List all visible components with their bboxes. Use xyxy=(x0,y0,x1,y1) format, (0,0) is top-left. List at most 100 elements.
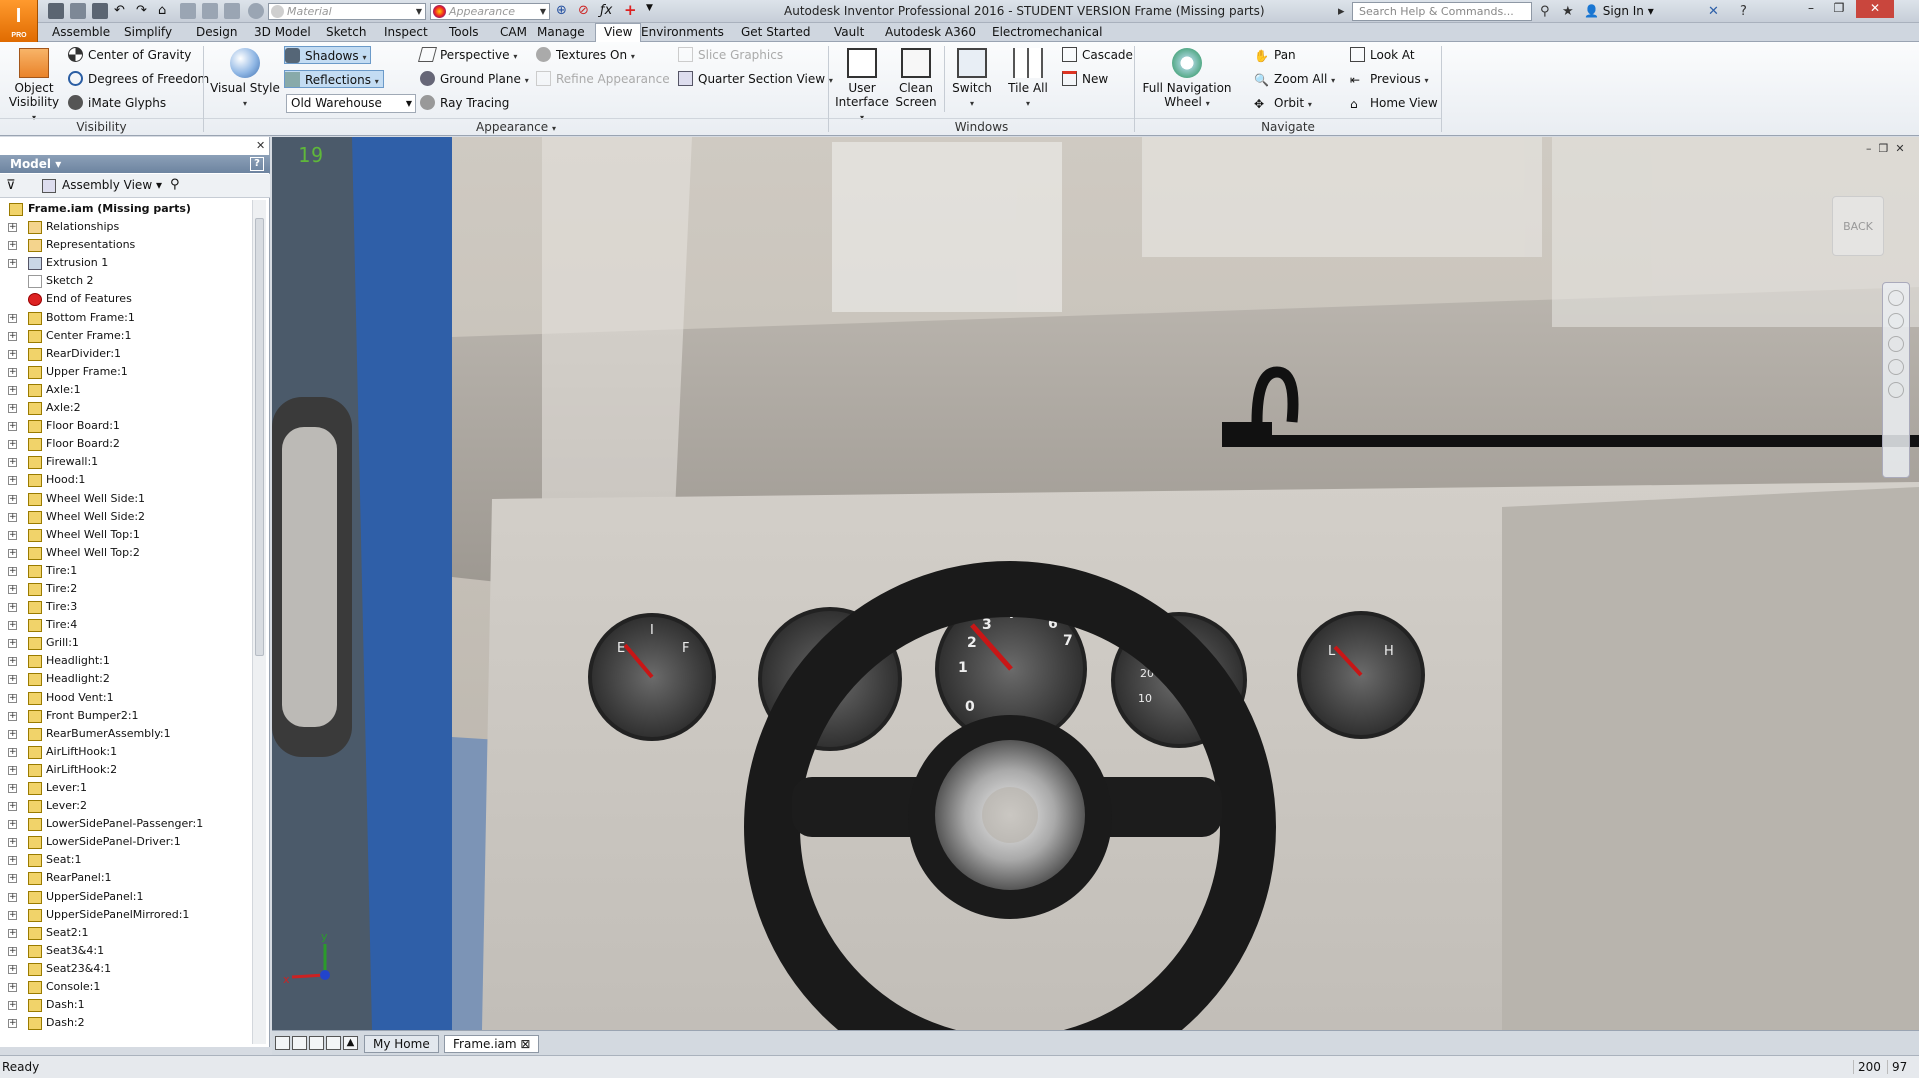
expand-icon[interactable]: + xyxy=(8,747,17,757)
menu-tab-cam[interactable]: CAM xyxy=(500,25,527,39)
tree-item[interactable]: + RearPanel:1 xyxy=(0,869,250,887)
expand-icon[interactable]: + xyxy=(8,983,17,993)
orbit-button[interactable]: ✥ Orbit ▾ xyxy=(1254,94,1312,112)
full-navigation-wheel-button[interactable]: Full Navigation Wheel ▾ xyxy=(1140,48,1234,111)
sign-in-button[interactable]: 👤 Sign In ▾ xyxy=(1584,4,1654,18)
exchange-icon[interactable]: ✕ xyxy=(1708,4,1719,19)
search-toggle-icon[interactable]: ▸ xyxy=(1338,4,1345,19)
tree-item[interactable]: + Seat2:1 xyxy=(0,924,250,942)
tree-item[interactable]: + RearBumerAssembly:1 xyxy=(0,725,250,743)
help-icon[interactable]: ? xyxy=(1740,4,1747,19)
new-window-button[interactable]: New xyxy=(1062,70,1108,88)
home-view-button[interactable]: ⌂ Home View xyxy=(1350,94,1438,112)
find-icon[interactable]: ⚲ xyxy=(170,177,180,192)
degrees-of-freedom-button[interactable]: Degrees of Freedom xyxy=(68,70,209,88)
tree-item[interactable]: + Lever:2 xyxy=(0,797,250,815)
expand-icon[interactable]: + xyxy=(8,385,17,395)
pan-icon[interactable] xyxy=(1888,313,1904,329)
expand-icon[interactable]: + xyxy=(8,693,17,703)
tree-item[interactable]: + LowerSidePanel-Passenger:1 xyxy=(0,815,250,833)
expand-icon[interactable]: + xyxy=(8,548,17,558)
tree-item[interactable]: + Wheel Well Top:2 xyxy=(0,544,250,562)
tree-item[interactable]: + Headlight:1 xyxy=(0,652,250,670)
cascade-windows-icon[interactable] xyxy=(275,1036,290,1050)
expand-icon[interactable]: + xyxy=(8,584,17,594)
expand-icon[interactable]: + xyxy=(8,313,17,323)
scrollbar-thumb[interactable] xyxy=(255,218,264,656)
material-combo[interactable]: Material xyxy=(268,3,426,20)
search-input[interactable]: Search Help & Commands... xyxy=(1352,2,1532,21)
tree-item[interactable]: + Center Frame:1 xyxy=(0,327,250,345)
browser-scrollbar[interactable] xyxy=(252,200,266,1044)
pan-button[interactable]: ✋ Pan xyxy=(1254,46,1296,64)
tree-item[interactable]: + UpperSidePanelMirrored:1 xyxy=(0,906,250,924)
tile-all-button[interactable]: Tile All ▾ xyxy=(1004,48,1052,111)
tree-item[interactable]: + Bottom Frame:1 xyxy=(0,309,250,327)
tree-item[interactable]: + Tire:1 xyxy=(0,562,250,580)
tree-item[interactable]: + Extrusion 1 xyxy=(0,254,250,272)
clean-screen-button[interactable]: Clean Screen xyxy=(894,48,938,109)
viewport-window-controls[interactable]: – ❐ ✕ xyxy=(1866,142,1905,155)
tree-item[interactable]: + Wheel Well Side:2 xyxy=(0,508,250,526)
reflections-button[interactable]: Reflections ▾ xyxy=(284,70,384,88)
expand-icon[interactable]: + xyxy=(8,476,17,486)
tree-item[interactable]: Sketch 2 xyxy=(0,272,250,290)
close-button[interactable]: ✕ xyxy=(1856,0,1894,18)
orbit-icon[interactable] xyxy=(1888,359,1904,375)
object-visibility-button[interactable]: Object Visibility ▾ xyxy=(8,48,60,125)
menu-tab-tools[interactable]: Tools xyxy=(449,25,479,39)
tree-item[interactable]: + AirLiftHook:1 xyxy=(0,743,250,761)
expand-icon[interactable]: + xyxy=(8,530,17,540)
center-of-gravity-button[interactable]: Center of Gravity xyxy=(68,46,191,64)
maximize-button[interactable]: ❐ xyxy=(1826,0,1852,18)
new-icon[interactable] xyxy=(48,3,64,19)
tree-item[interactable]: + Wheel Well Side:1 xyxy=(0,490,250,508)
expand-icon[interactable]: + xyxy=(8,892,17,902)
tree-item[interactable]: + Tire:4 xyxy=(0,616,250,634)
expand-icon[interactable]: + xyxy=(8,349,17,359)
shadows-button[interactable]: Shadows ▾ xyxy=(284,46,372,64)
expand-icon[interactable]: + xyxy=(8,494,17,504)
menu-tab-manage[interactable]: Manage xyxy=(537,25,585,39)
expand-icon[interactable]: + xyxy=(8,964,17,974)
appearance-combo[interactable]: Appearance xyxy=(430,3,550,20)
tree-item[interactable]: End of Features xyxy=(0,290,250,308)
expand-icon[interactable]: + xyxy=(8,1001,17,1011)
tab-menu-icon[interactable]: ▲ xyxy=(343,1036,358,1050)
expand-icon[interactable]: + xyxy=(8,928,17,938)
expand-icon[interactable]: + xyxy=(8,367,17,377)
expand-icon[interactable]: + xyxy=(8,241,17,251)
expand-icon[interactable]: + xyxy=(8,856,17,866)
graphics-viewport[interactable]: E I F 0 1 2 3 4 5 6 7 10 20 L H x y xyxy=(272,137,1919,1030)
menu-tab-inspect[interactable]: Inspect xyxy=(384,25,428,39)
tree-item[interactable]: + LowerSidePanel-Driver:1 xyxy=(0,833,250,851)
tree-item[interactable]: + Front Bumper2:1 xyxy=(0,707,250,725)
refine-appearance-button[interactable]: Refine Appearance xyxy=(536,70,670,88)
expand-icon[interactable]: + xyxy=(8,784,17,793)
look-at-icon[interactable] xyxy=(1888,382,1904,398)
minimize-button[interactable]: – xyxy=(1798,0,1824,18)
expand-icon[interactable]: + xyxy=(8,657,17,667)
zoom-icon[interactable]: ⊕ xyxy=(556,3,572,19)
menu-tab-assemble[interactable]: Assemble xyxy=(52,25,110,39)
tab-my-home[interactable]: My Home xyxy=(364,1035,439,1053)
tree-item[interactable]: + Axle:2 xyxy=(0,399,250,417)
look-at-button[interactable]: Look At xyxy=(1350,46,1415,64)
filter-icon[interactable]: ⊽ xyxy=(6,178,16,193)
measure-icon[interactable]: ⊘ xyxy=(578,3,594,19)
update-icon[interactable] xyxy=(224,3,240,19)
imate-glyphs-button[interactable]: iMate Glyphs xyxy=(68,94,166,112)
tree-item[interactable]: + Floor Board:2 xyxy=(0,435,250,453)
quarter-section-view-button[interactable]: Quarter Section View ▾ xyxy=(678,70,833,88)
tree-item[interactable]: + Hood:1 xyxy=(0,471,250,489)
steering-wheel-icon[interactable] xyxy=(1888,290,1904,306)
tree-item[interactable]: + Wheel Well Top:1 xyxy=(0,526,250,544)
expand-icon[interactable]: + xyxy=(8,711,17,721)
expand-icon[interactable]: + xyxy=(8,422,17,432)
ground-plane-button[interactable]: Ground Plane ▾ xyxy=(420,70,529,88)
select-icon[interactable] xyxy=(202,3,218,19)
tree-item[interactable]: + Headlight:2 xyxy=(0,670,250,688)
expand-icon[interactable]: + xyxy=(8,259,17,269)
environment-select[interactable]: Old Warehouse xyxy=(286,94,416,113)
expand-icon[interactable]: + xyxy=(8,621,17,631)
